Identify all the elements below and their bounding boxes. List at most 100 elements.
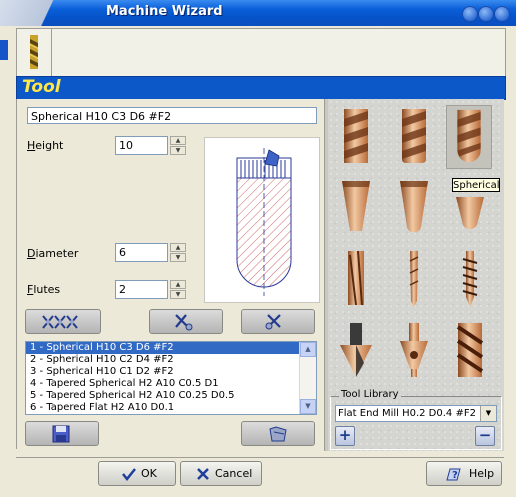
tapered-flat-mill-icon [342, 181, 370, 231]
spherical-tool-drawing [236, 148, 292, 296]
height-spin-arrows: ▲ ▼ [170, 136, 186, 155]
cancel-label: Cancel [215, 467, 253, 480]
title-bar-notch [0, 0, 76, 26]
floppy-disk-icon [52, 425, 70, 443]
list-item[interactable]: 6 - Tapered Flat H2 A10 D0.1 [26, 402, 301, 414]
list-item[interactable]: 1 - Spherical H10 C3 D6 #F2 [26, 342, 301, 354]
flutes-up-arrow-icon[interactable]: ▲ [170, 280, 186, 289]
help-button[interactable]: ? Help [426, 461, 502, 486]
engraver-icon [409, 251, 419, 307]
open-folder-icon [269, 426, 287, 442]
flutes-value[interactable]: 2 [115, 280, 168, 299]
cutter-thread-mill[interactable] [450, 247, 490, 311]
help-label: Help [469, 467, 495, 480]
tool-list[interactable]: 1 - Spherical H10 C3 D6 #F2 2 - Spherica… [25, 341, 317, 415]
flutes-label: Flutes [27, 283, 61, 296]
cutter-bull-nose[interactable] [394, 105, 434, 169]
cutter-palette: Spherical Tool Library Flat End Mill H0.… [328, 99, 504, 451]
svg-text:?: ? [452, 470, 458, 481]
section-banner: Tool [16, 76, 506, 100]
save-tool-list-button[interactable] [25, 421, 99, 446]
drill-bit-icon [30, 35, 38, 69]
tool-list-items: 1 - Spherical H10 C3 D6 #F2 2 - Spherica… [26, 342, 301, 414]
chamfer-mill-icon [340, 323, 372, 377]
maximize-button[interactable] [478, 6, 494, 22]
minus-icon: − [478, 426, 492, 444]
list-item[interactable]: 2 - Spherical H10 C2 D4 #F2 [26, 354, 301, 366]
helix-mill-icon [456, 323, 484, 377]
cutter-straight-flute[interactable] [336, 247, 376, 311]
cancel-button[interactable]: Cancel [180, 461, 262, 486]
diameter-spin-arrows: ▲ ▼ [170, 243, 186, 262]
cutter-engraver[interactable] [394, 247, 434, 311]
tapered-ball-mill-icon [456, 197, 484, 230]
machine-wizard-window: Machine Wizard Tool Spherical H10 C3 D6 … [0, 0, 516, 497]
cutter-countersink[interactable] [394, 319, 434, 383]
tool-preview [204, 137, 320, 303]
diameter-up-arrow-icon[interactable]: ▲ [170, 243, 186, 252]
add-tool-button[interactable]: + [335, 426, 355, 446]
tool-settings-button[interactable] [241, 309, 315, 334]
height-spinner[interactable]: 10 ▲ ▼ [115, 136, 187, 155]
ok-label: OK [141, 467, 157, 480]
ball-nose-mill-icon [457, 109, 481, 163]
checkmark-icon [122, 468, 136, 482]
tools-icon [265, 314, 281, 330]
list-item[interactable]: 3 - Spherical H10 C1 D2 #F2 [26, 366, 301, 378]
help-icon: ? [446, 468, 461, 481]
height-down-arrow-icon[interactable]: ▼ [170, 146, 186, 155]
diameter-spinner[interactable]: 6 ▲ ▼ [115, 243, 187, 262]
tool-library-select[interactable]: Flat End Mill H0.2 D0.4 #F2 ▼ [335, 405, 497, 422]
cutter-tapered-flat[interactable] [336, 175, 376, 239]
tool-library-group: Tool Library Flat End Mill H0.2 D0.4 #F2… [330, 389, 502, 450]
window-title: Machine Wizard [106, 4, 223, 19]
height-label: Height [27, 139, 64, 152]
close-button[interactable] [494, 6, 510, 22]
scroll-up-icon[interactable]: ▲ [300, 342, 316, 357]
thread-mill-icon [462, 251, 478, 307]
tool-set-button[interactable] [25, 309, 101, 334]
remove-tool-button[interactable]: − [475, 426, 495, 446]
height-up-arrow-icon[interactable]: ▲ [170, 136, 186, 145]
flutes-down-arrow-icon[interactable]: ▼ [170, 290, 186, 299]
flutes-spinner[interactable]: 2 ▲ ▼ [115, 280, 187, 299]
height-value[interactable]: 10 [115, 136, 168, 155]
minimize-button[interactable] [462, 6, 478, 22]
cutter-tapered-spherical[interactable] [450, 175, 490, 239]
chevron-down-icon[interactable]: ▼ [480, 406, 496, 421]
section-title: Tool [22, 77, 61, 97]
tool-step[interactable] [17, 29, 52, 77]
cutter-helix[interactable] [450, 319, 490, 383]
tool-library-selected: Flat End Mill H0.2 D0.4 #F2 [338, 408, 476, 419]
multiple-tools-icon [42, 315, 78, 329]
flutes-spin-arrows: ▲ ▼ [170, 280, 186, 299]
tool-name-input[interactable]: Spherical H10 C3 D6 #F2 [27, 107, 317, 124]
tool-library-legend: Tool Library [339, 389, 401, 400]
diameter-value[interactable]: 6 [115, 243, 168, 262]
load-tool-list-button[interactable] [241, 421, 315, 446]
scroll-down-icon[interactable]: ▼ [300, 399, 316, 414]
tapered-bull-mill-icon [400, 181, 428, 232]
wrench-icon [175, 314, 193, 331]
diameter-label: Diameter [27, 247, 79, 260]
title-bar[interactable]: Machine Wizard [0, 0, 516, 26]
plus-icon: + [338, 426, 352, 444]
cutter-chamfer[interactable] [336, 319, 376, 383]
tool-list-scrollbar[interactable]: ▲ ▼ [299, 342, 316, 414]
ok-button[interactable]: OK [98, 461, 176, 486]
wizard-step-bar [16, 28, 506, 78]
cutter-spherical[interactable] [446, 105, 492, 169]
dialog-footer: OK Cancel ? Help [16, 457, 504, 488]
diameter-down-arrow-icon[interactable]: ▼ [170, 253, 186, 262]
flat-end-mill-icon [344, 109, 368, 163]
countersink-icon [400, 323, 428, 377]
cutter-flat-end[interactable] [336, 105, 376, 169]
cutter-tapered-bull[interactable] [394, 175, 434, 239]
straight-flute-mill-icon [348, 250, 364, 306]
cross-icon [197, 468, 209, 480]
list-item[interactable]: 4 - Tapered Spherical H2 A10 C0.5 D1 [26, 378, 301, 390]
side-accent [0, 40, 8, 60]
list-item[interactable]: 5 - Tapered Spherical H2 A10 C0.25 D0.5 [26, 390, 301, 402]
edit-tool-button[interactable] [149, 309, 223, 334]
bull-nose-mill-icon [402, 109, 426, 163]
